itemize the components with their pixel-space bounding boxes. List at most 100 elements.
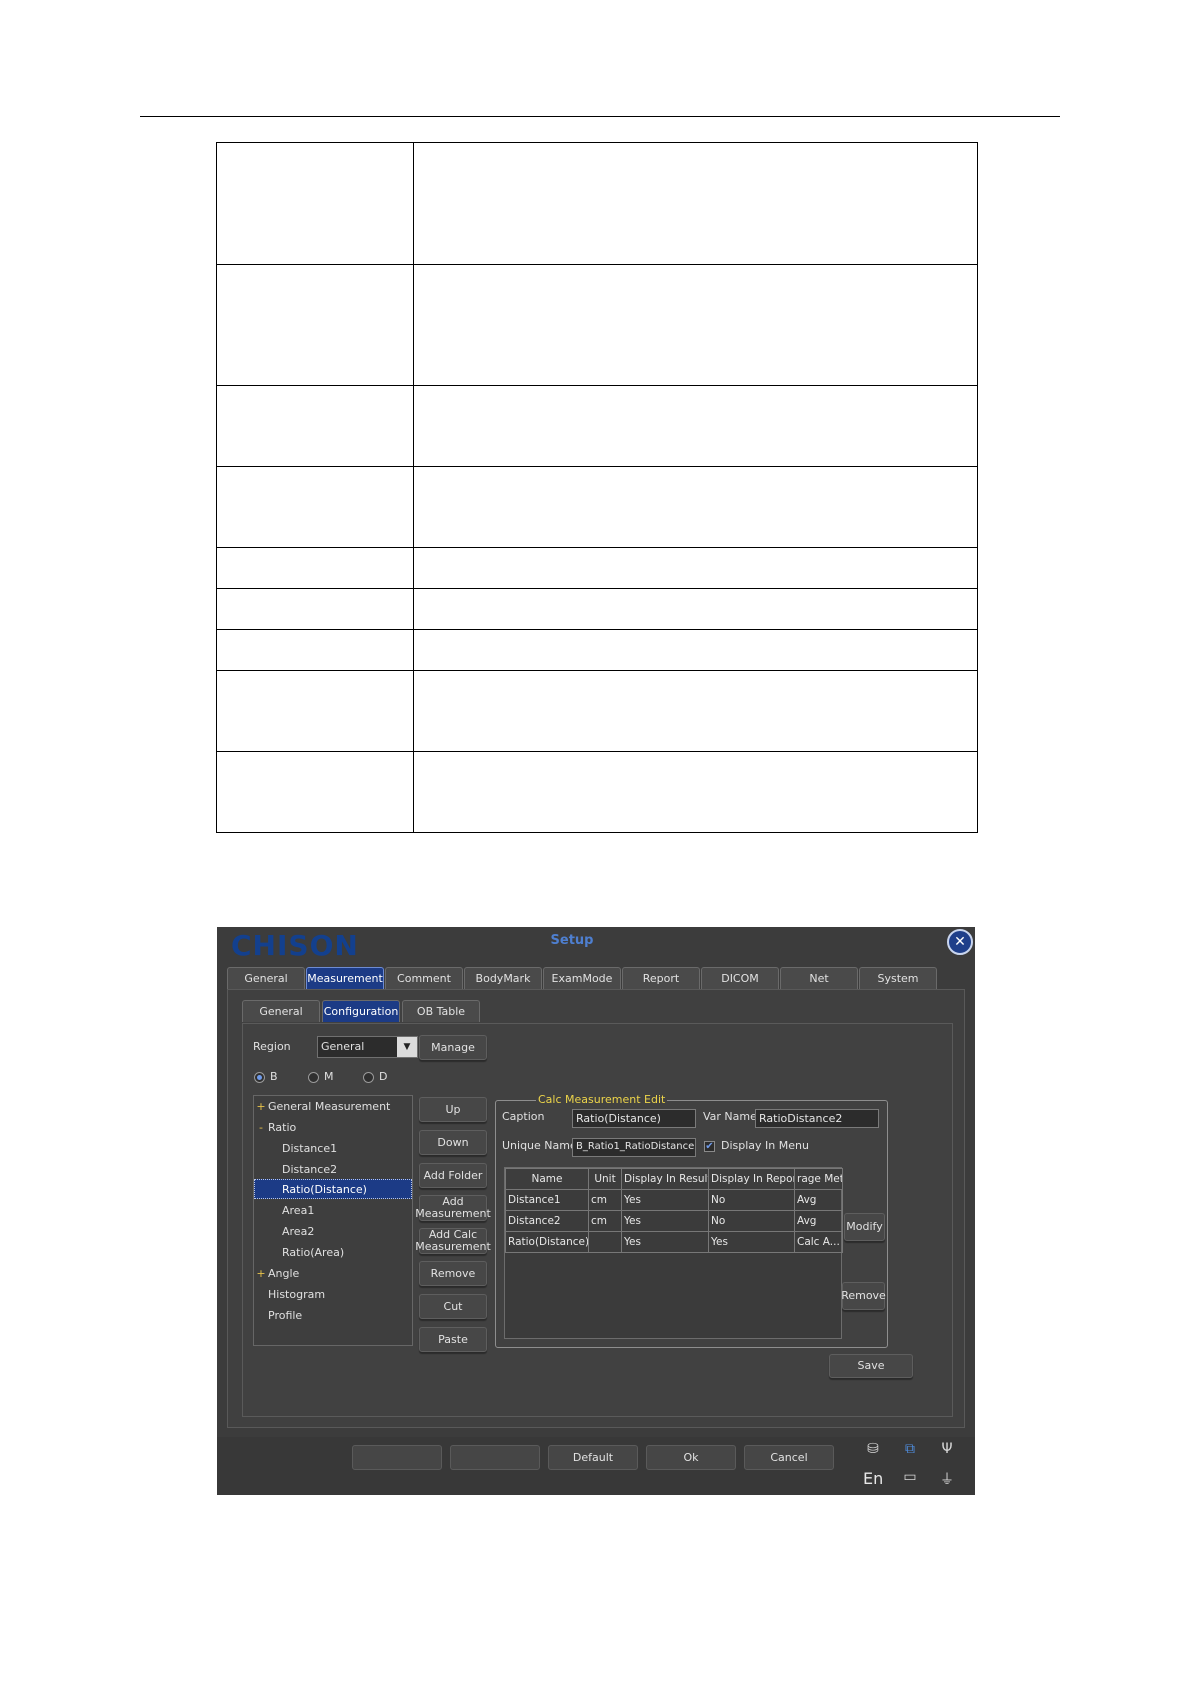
add-measurement-button[interactable]: Add Measurement: [415, 1195, 491, 1221]
cell-unit: [588, 1231, 622, 1253]
mode-m-label: M: [324, 1070, 334, 1083]
remove-button[interactable]: Remove: [419, 1261, 487, 1286]
tab-net[interactable]: Net: [780, 967, 858, 989]
subtab-ob-table[interactable]: OB Table: [402, 1000, 480, 1022]
unique-name-input[interactable]: B_Ratio1_RatioDistance2: [572, 1138, 696, 1157]
dropdown-arrow-icon[interactable]: ▼: [397, 1037, 417, 1057]
network-icon: ⧉: [905, 1441, 915, 1457]
measurement-grid[interactable]: Name Unit Display In Result Display In R…: [504, 1167, 843, 1339]
ok-button[interactable]: Ok: [646, 1445, 736, 1470]
tree-item-general-measurement[interactable]: + General Measurement: [254, 1096, 412, 1116]
save-button[interactable]: Save: [829, 1354, 913, 1378]
add-calc-measurement-button[interactable]: Add Calc Measurement: [415, 1228, 491, 1254]
mode-d-radio[interactable]: [363, 1072, 374, 1083]
mode-d-label: D: [379, 1070, 388, 1083]
column-header[interactable]: Display In Result: [621, 1168, 709, 1190]
tab-dicom[interactable]: DICOM: [701, 967, 779, 989]
table-row[interactable]: Distance2 cm Yes No Avg: [505, 1210, 843, 1232]
cell-name: Distance2: [505, 1210, 589, 1232]
display-in-menu-label: Display In Menu: [721, 1139, 809, 1152]
cell-name: Distance1: [505, 1189, 589, 1211]
tree-item-ratio-area[interactable]: Ratio(Area): [254, 1242, 412, 1262]
measurement-panel: General Configuration OB Table Region Ge…: [227, 989, 965, 1428]
column-header[interactable]: Unit: [588, 1168, 622, 1190]
column-header[interactable]: Display In Report: [708, 1168, 795, 1190]
var-name-label: Var Name: [703, 1110, 757, 1123]
cell-display-in-result: Yes: [621, 1231, 709, 1253]
language-indicator[interactable]: En: [863, 1469, 883, 1488]
tree-item-area2[interactable]: Area2: [254, 1221, 412, 1241]
cancel-button[interactable]: Cancel: [744, 1445, 834, 1470]
tree-item-area1[interactable]: Area1: [254, 1200, 412, 1220]
cell-unit: cm: [588, 1189, 622, 1211]
tab-system[interactable]: System: [859, 967, 937, 989]
storage-icon: ⛁: [867, 1441, 879, 1457]
expand-icon[interactable]: +: [254, 1267, 268, 1280]
document-table: [216, 142, 978, 833]
tab-exammode[interactable]: ExamMode: [543, 967, 621, 989]
table-row[interactable]: Ratio(Distance) Yes Yes Calc A...: [505, 1231, 843, 1253]
groupbox-title: Calc Measurement Edit: [536, 1093, 668, 1106]
expand-icon[interactable]: +: [254, 1100, 268, 1113]
footer-blank-button[interactable]: [352, 1445, 442, 1470]
var-name-input[interactable]: RatioDistance2: [755, 1109, 879, 1128]
grid-header-row: Name Unit Display In Result Display In R…: [505, 1168, 843, 1190]
mode-b-radio[interactable]: [254, 1072, 265, 1083]
close-icon: ✕: [954, 934, 966, 950]
cell-display-in-report: No: [708, 1210, 795, 1232]
region-select[interactable]: General ▼: [317, 1036, 418, 1058]
manage-button[interactable]: Manage: [419, 1035, 487, 1060]
main-tab-bar: General Measurement Comment BodyMark Exa…: [227, 967, 938, 989]
cell-display-in-report: Yes: [708, 1231, 795, 1253]
checkmark-icon: ✔: [705, 1141, 714, 1152]
tree-item-angle[interactable]: + Angle: [254, 1263, 412, 1283]
footer-blank-button[interactable]: [450, 1445, 540, 1470]
tree-item-distance1[interactable]: Distance1: [254, 1138, 412, 1158]
remove-calc-button[interactable]: Remove: [841, 1282, 886, 1310]
tab-report[interactable]: Report: [622, 967, 700, 989]
close-button[interactable]: ✕: [947, 929, 973, 955]
tree-item-ratio[interactable]: - Ratio: [254, 1117, 412, 1137]
subtab-configuration[interactable]: Configuration: [322, 1000, 400, 1022]
column-header[interactable]: Name: [505, 1168, 589, 1190]
region-label: Region: [253, 1040, 291, 1053]
cell-average-method: Avg: [794, 1210, 843, 1232]
collapse-icon[interactable]: -: [254, 1121, 268, 1134]
measurement-tree[interactable]: + General Measurement - Ratio Distance1 Di…: [253, 1095, 413, 1346]
mode-m-radio[interactable]: [308, 1072, 319, 1083]
usb-icon: Ψ: [941, 1441, 953, 1457]
region-value: General: [321, 1040, 365, 1053]
tab-general[interactable]: General: [227, 967, 305, 989]
tree-item-histogram[interactable]: Histogram: [254, 1284, 412, 1304]
tab-comment[interactable]: Comment: [385, 967, 463, 989]
tree-item-distance2[interactable]: Distance2: [254, 1159, 412, 1179]
caption-input[interactable]: Ratio(Distance): [572, 1109, 696, 1128]
sub-tab-bar: General Configuration OB Table: [242, 1000, 482, 1022]
footer-bar: Default Ok Cancel ⛁ ⧉ Ψ En ▭ ⏚: [217, 1437, 975, 1495]
table-row[interactable]: Distance1 cm Yes No Avg: [505, 1189, 843, 1211]
tab-measurement[interactable]: Measurement: [306, 967, 384, 989]
cell-unit: cm: [588, 1210, 622, 1232]
subtab-general[interactable]: General: [242, 1000, 320, 1022]
power-plug-icon: ⏚: [940, 1472, 954, 1488]
cell-display-in-result: Yes: [621, 1189, 709, 1211]
default-button[interactable]: Default: [548, 1445, 638, 1470]
modify-button[interactable]: Modify: [844, 1213, 885, 1241]
paste-button[interactable]: Paste: [419, 1327, 487, 1352]
tree-item-ratio-distance[interactable]: Ratio(Distance): [254, 1179, 412, 1199]
configuration-panel: Region General ▼ Manage B M D + General M…: [242, 1023, 953, 1417]
window-title: Setup: [550, 933, 594, 948]
down-button[interactable]: Down: [419, 1130, 487, 1155]
display-in-menu-checkbox[interactable]: ✔: [704, 1141, 715, 1152]
tab-bodymark[interactable]: BodyMark: [464, 967, 542, 989]
cell-display-in-report: No: [708, 1189, 795, 1211]
cut-button[interactable]: Cut: [419, 1294, 487, 1319]
tree-item-profile[interactable]: Profile: [254, 1305, 412, 1325]
setup-window-screenshot: CHISON Setup ✕ General Measurement Comme…: [217, 927, 975, 1495]
column-header[interactable]: rage Met: [794, 1168, 843, 1190]
add-folder-button[interactable]: Add Folder: [419, 1163, 487, 1188]
cell-name: Ratio(Distance): [505, 1231, 589, 1253]
up-button[interactable]: Up: [419, 1097, 487, 1122]
unique-name-label: Unique Name: [502, 1139, 577, 1152]
cell-average-method: Calc A...: [794, 1231, 843, 1253]
